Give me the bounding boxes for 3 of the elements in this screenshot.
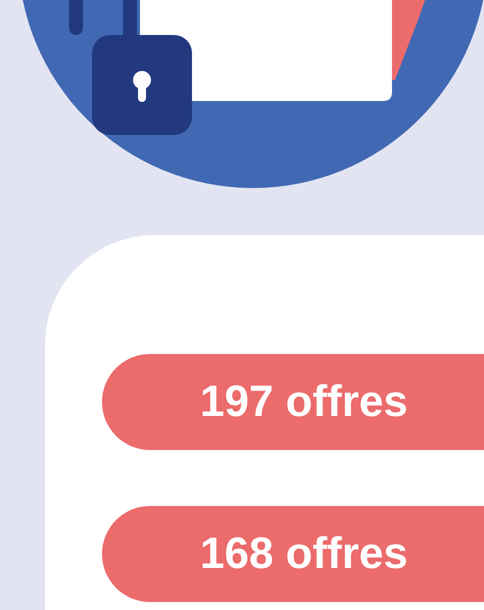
padlock-icon (69, 0, 192, 135)
offer-count-pill: 168 offres (102, 506, 484, 602)
offer-count-pill: 197 offres (102, 354, 484, 450)
